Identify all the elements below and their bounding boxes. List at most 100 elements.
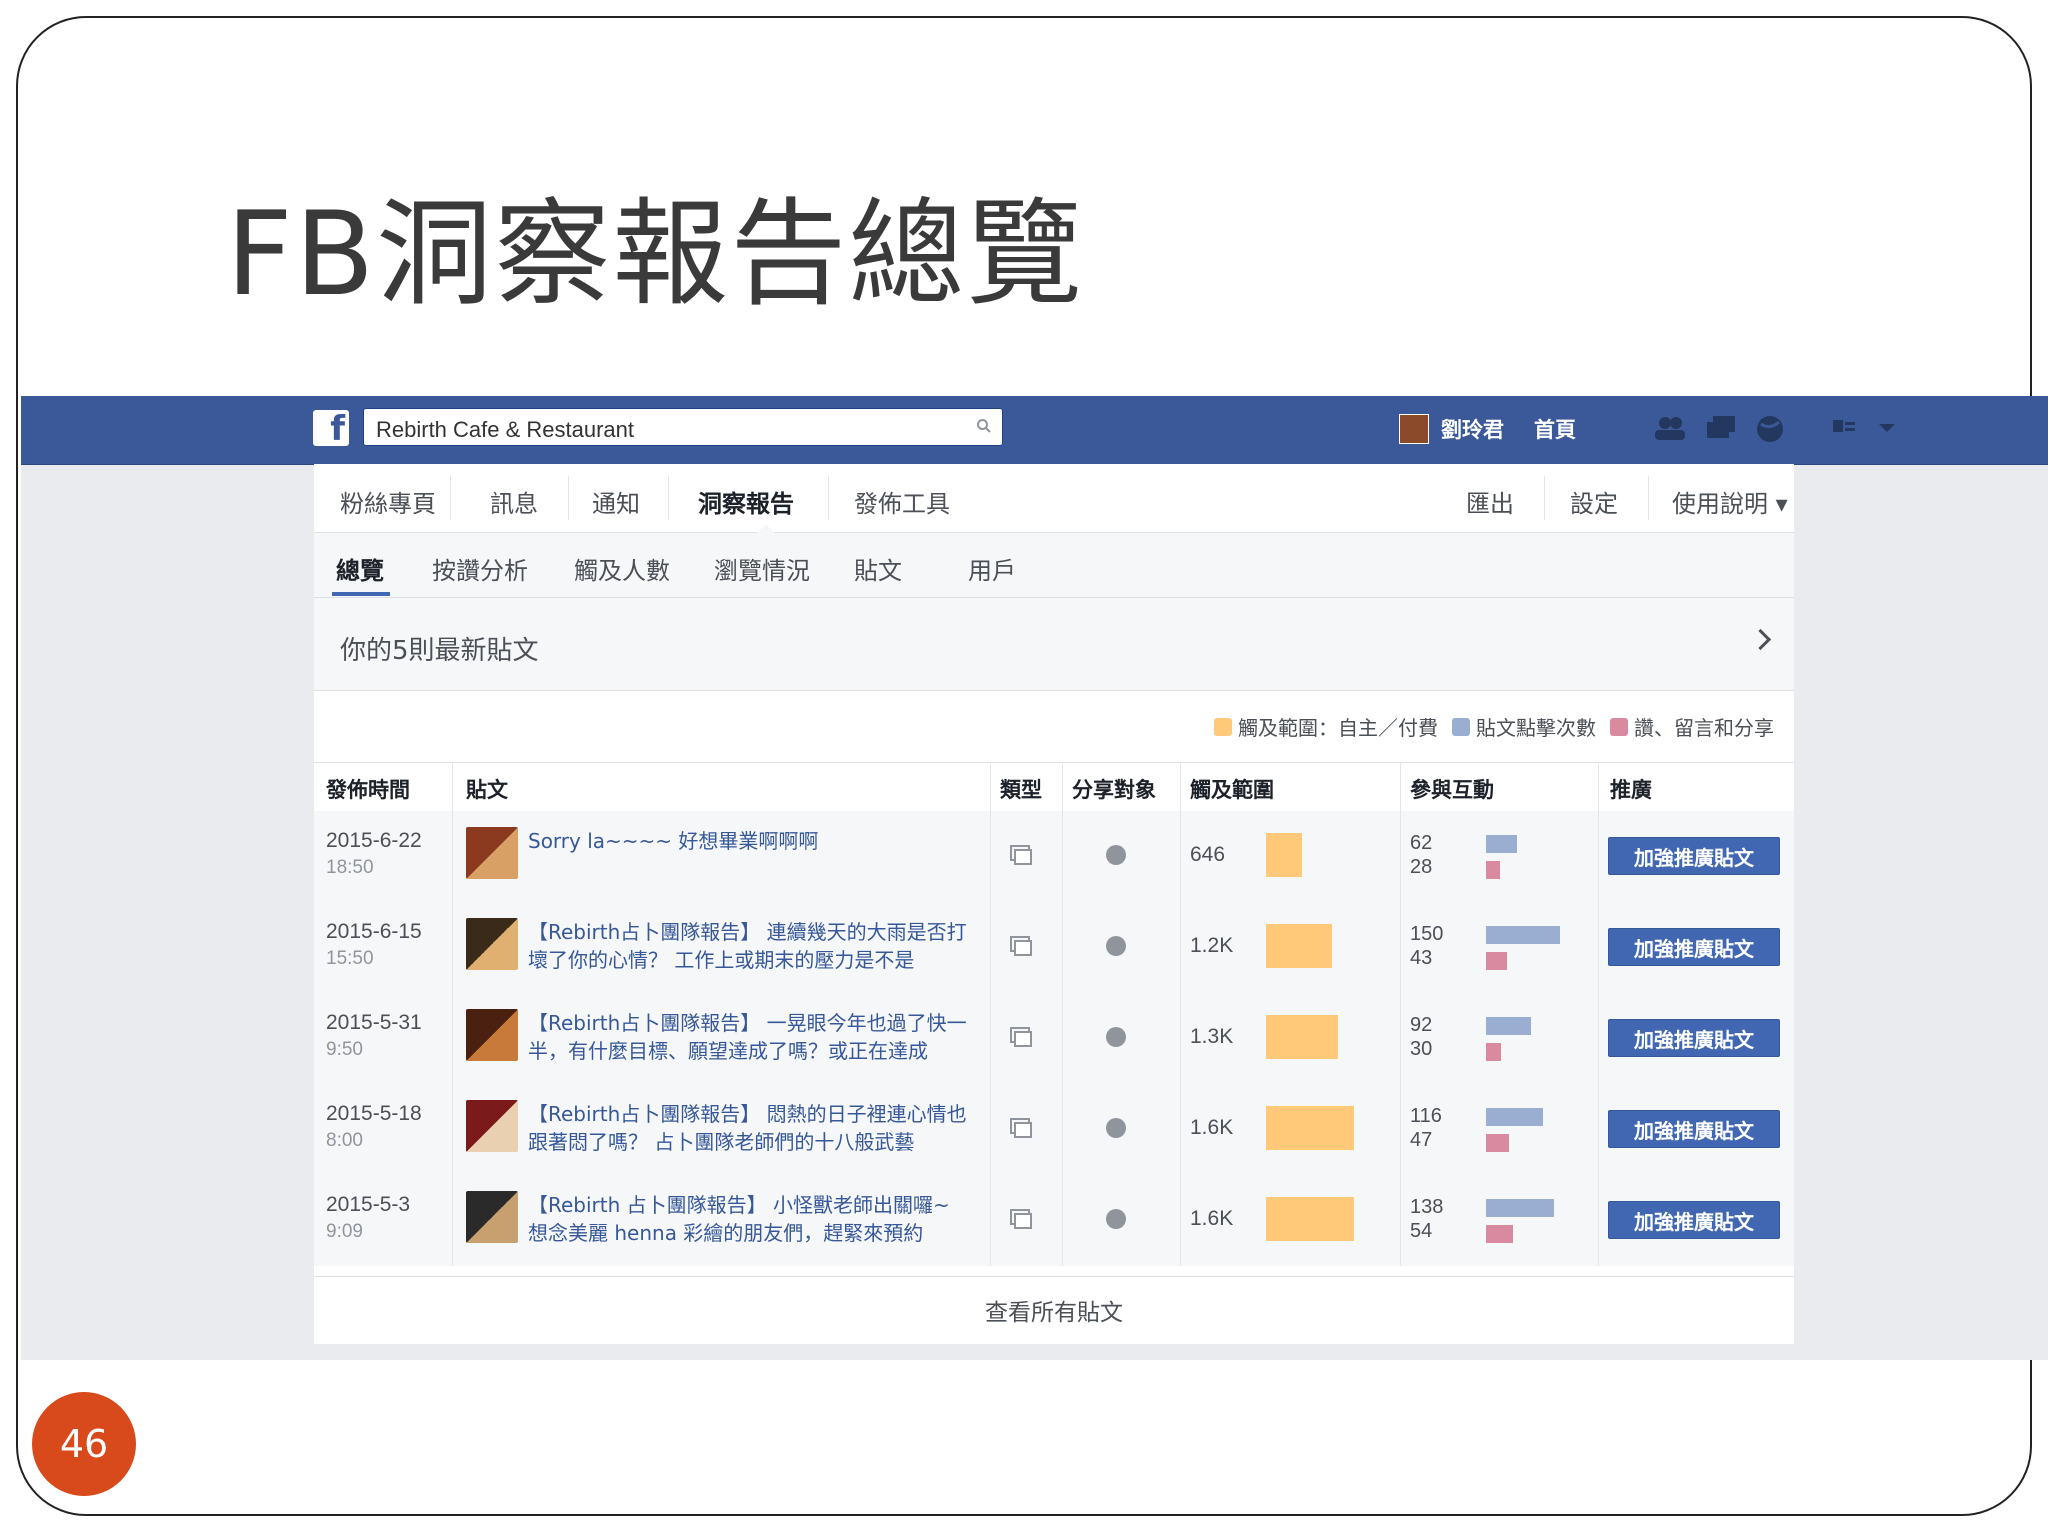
- nav-divider: [1544, 476, 1545, 520]
- post-text-link[interactable]: 【Rebirth 占卜團隊報告】 小怪獸老師出關囉~ 想念美麗 henna 彩繪…: [528, 1191, 968, 1247]
- see-all-posts-link[interactable]: 查看所有貼文: [314, 1276, 1794, 1343]
- home-link[interactable]: 首頁: [1534, 414, 1576, 444]
- post-text-link[interactable]: 【Rebirth占卜團隊報告】 連續幾天的大雨是否打壞了你的心情？ 工作上或期末…: [528, 918, 968, 974]
- post-text-link[interactable]: 【Rebirth占卜團隊報告】 悶熱的日子裡連心情也跟著悶了嗎？ 占卜團隊老師們…: [528, 1100, 968, 1156]
- sub-nav-item[interactable]: 瀏覽情況: [714, 551, 810, 586]
- sub-nav-item[interactable]: 用戶: [968, 551, 1016, 586]
- clicks-bar: [1486, 926, 1560, 944]
- likes-value: 43: [1410, 947, 1433, 969]
- col-header-engagement[interactable]: 參與互動: [1410, 774, 1494, 804]
- nav-divider: [668, 476, 669, 520]
- sub-nav-item[interactable]: 貼文: [854, 551, 902, 586]
- post-text-link[interactable]: Sorry la~~~~ 好想畢業啊啊啊: [528, 827, 968, 855]
- col-header-type[interactable]: 類型: [1000, 774, 1042, 804]
- clicks-value: 92: [1410, 1014, 1433, 1036]
- privacy-icon[interactable]: [1831, 414, 1857, 438]
- page-nav-right-item[interactable]: 匯出: [1466, 484, 1514, 519]
- post-thumbnail[interactable]: [466, 1100, 518, 1152]
- public-globe-icon: [1106, 845, 1126, 865]
- legend-likes-label: 讚、留言和分享: [1634, 716, 1774, 740]
- post-thumbnail[interactable]: [466, 827, 518, 879]
- reach-value: 1.3K: [1190, 1025, 1234, 1048]
- post-thumbnail[interactable]: [466, 918, 518, 970]
- recent-posts-header[interactable]: 你的5則最新貼文: [314, 598, 1794, 691]
- engagement-values: 138 54: [1410, 1195, 1443, 1243]
- post-type-icon: [1010, 1209, 1032, 1229]
- likes-bar: [1486, 1225, 1513, 1243]
- boost-post-button[interactable]: 加強推廣貼文: [1608, 837, 1780, 875]
- post-date: 2015-5-18: [326, 1102, 422, 1125]
- post-thumbnail[interactable]: [466, 1191, 518, 1243]
- sub-nav: 總覽 按讚分析 觸及人數 瀏覽情況 貼文 用戶: [314, 533, 1794, 598]
- post-thumbnail[interactable]: [466, 1009, 518, 1061]
- col-header-post[interactable]: 貼文: [466, 774, 508, 804]
- boost-post-button[interactable]: 加強推廣貼文: [1608, 1201, 1780, 1239]
- search-icon[interactable]: [976, 418, 992, 434]
- legend-clicks-label: 貼文點擊次數: [1476, 716, 1596, 740]
- column-divider: [990, 762, 991, 1266]
- clicks-bar: [1486, 1017, 1531, 1035]
- boost-post-button[interactable]: 加強推廣貼文: [1608, 1110, 1780, 1148]
- clicks-bar: [1486, 835, 1517, 853]
- globe-notifications-icon[interactable]: [1755, 414, 1785, 444]
- col-header-reach[interactable]: 觸及範圍: [1190, 774, 1274, 804]
- column-divider: [1598, 762, 1599, 1266]
- chevron-right-icon[interactable]: [1749, 628, 1772, 651]
- sub-nav-item-active[interactable]: 總覽: [336, 551, 384, 586]
- nav-divider: [450, 476, 451, 520]
- public-globe-icon: [1106, 1209, 1126, 1229]
- page-nav-item[interactable]: 通知: [592, 484, 640, 519]
- clicks-value: 150: [1410, 923, 1444, 945]
- reach-bar: [1266, 833, 1302, 877]
- clicks-value: 116: [1410, 1105, 1442, 1127]
- post-time: 9:09: [326, 1221, 363, 1242]
- search-input[interactable]: Rebirth Cafe & Restaurant: [363, 408, 1003, 446]
- post-text-link[interactable]: 【Rebirth占卜團隊報告】 一晃眼今年也過了快一半，有什麼目標、願望達成了嗎…: [528, 1009, 968, 1065]
- table-row: 2015-5-18 8:00 【Rebirth占卜團隊報告】 悶熱的日子裡連心情也跟…: [314, 1084, 1794, 1176]
- chart-legend: 觸及範圍：自主／付費 貼文點擊次數 讚、留言和分享: [1200, 712, 1774, 741]
- page-nav-right-item[interactable]: 使用說明 ▾: [1672, 484, 1788, 519]
- active-tab-caret-icon: [757, 524, 775, 533]
- page-nav-item[interactable]: 訊息: [490, 484, 538, 519]
- post-date: 2015-6-22: [326, 829, 422, 852]
- boost-post-button[interactable]: 加強推廣貼文: [1608, 1019, 1780, 1057]
- page-nav-item[interactable]: 發佈工具: [854, 484, 950, 519]
- legend-likes-swatch: [1610, 717, 1628, 736]
- col-header-audience[interactable]: 分享對象: [1072, 774, 1156, 804]
- boost-post-button[interactable]: 加強推廣貼文: [1608, 928, 1780, 966]
- nav-divider: [568, 476, 569, 520]
- user-name-link[interactable]: 劉玲君: [1441, 414, 1504, 444]
- insights-page: 粉絲專頁 訊息 通知 洞察報告 發佈工具 匯出 設定 使用說明 ▾ 總覽 按讚分…: [314, 464, 1794, 1344]
- active-tab-underline: [332, 592, 390, 596]
- messages-icon[interactable]: [1705, 414, 1737, 442]
- friends-icon[interactable]: [1653, 414, 1687, 442]
- reach-bar: [1266, 1015, 1338, 1059]
- sub-nav-item[interactable]: 按讚分析: [432, 551, 528, 586]
- facebook-logo-icon[interactable]: f: [313, 410, 349, 446]
- col-header-time[interactable]: 發佈時間: [326, 774, 410, 804]
- clicks-value: 138: [1410, 1196, 1444, 1218]
- table-row: 2015-6-22 18:50 Sorry la~~~~ 好想畢業啊啊啊 646 62 2…: [314, 811, 1794, 903]
- reach-value: 1.6K: [1190, 1207, 1234, 1230]
- reach-bar: [1266, 1106, 1354, 1150]
- page-nav-item[interactable]: 粉絲專頁: [340, 484, 436, 519]
- avatar[interactable]: [1399, 414, 1429, 444]
- post-type-icon: [1010, 936, 1032, 956]
- dropdown-icon[interactable]: [1879, 424, 1895, 434]
- post-time: 18:50: [326, 857, 374, 878]
- slide-title: FB洞察報告總覽: [226, 187, 1085, 322]
- likes-bar: [1486, 1134, 1509, 1152]
- post-type-icon: [1010, 845, 1032, 865]
- table-row: 2015-5-3 9:09 【Rebirth 占卜團隊報告】 小怪獸老師出關囉~ 想…: [314, 1175, 1794, 1267]
- col-header-promote: 推廣: [1610, 778, 1652, 802]
- reach-bar: [1266, 924, 1332, 968]
- page-nav-item-active[interactable]: 洞察報告: [698, 484, 794, 519]
- column-divider: [1062, 762, 1063, 1266]
- legend-clicks-swatch: [1452, 717, 1470, 736]
- column-divider: [1180, 762, 1181, 1266]
- page-nav-right-item[interactable]: 設定: [1570, 484, 1618, 519]
- nav-divider: [828, 476, 829, 520]
- sub-nav-item[interactable]: 觸及人數: [574, 551, 670, 586]
- likes-value: 28: [1410, 856, 1433, 878]
- facebook-screenshot: f Rebirth Cafe & Restaurant 劉玲君 首頁 粉絲專頁 …: [21, 396, 2048, 1360]
